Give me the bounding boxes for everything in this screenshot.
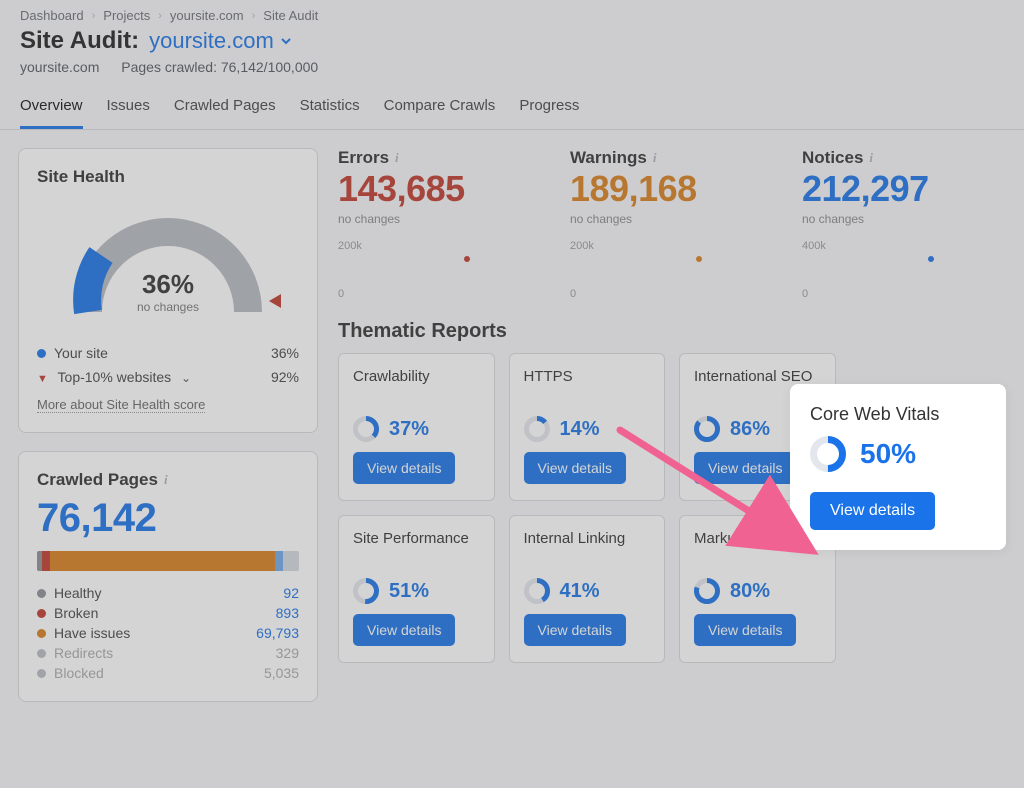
cp-row: Broken893 (37, 603, 299, 623)
report-title: Crawlability (353, 368, 480, 406)
info-icon[interactable]: i (653, 150, 657, 166)
cp-count-link[interactable]: 329 (276, 645, 299, 661)
site-health-card: Site Health 36% no changes Your site 36% (18, 148, 318, 433)
view-details-button[interactable]: View details (353, 452, 455, 484)
view-details-button[interactable]: View details (810, 492, 935, 530)
report-percent: 51% (353, 578, 480, 604)
report-percent: 14% (524, 416, 651, 442)
cp-count-link[interactable]: 69,793 (256, 625, 299, 641)
site-health-gauge: 36% no changes (63, 197, 273, 327)
tab-compare-crawls[interactable]: Compare Crawls (384, 87, 496, 129)
no-changes: no changes (570, 212, 774, 226)
info-icon[interactable]: i (395, 150, 399, 166)
crawled-pages-list: Healthy92Broken893Have issues69,793Redir… (37, 583, 299, 683)
report-card: Internal Linking 41% View details (509, 515, 666, 663)
gauge-no-changes: no changes (63, 300, 273, 314)
no-changes: no changes (802, 212, 1006, 226)
no-changes: no changes (338, 212, 542, 226)
metric-notices: Notices i 212,297 no changes 400k0 (802, 148, 1006, 300)
report-percent: 41% (524, 578, 651, 604)
metric-label: Warnings (570, 148, 647, 168)
legend-top10[interactable]: Top-10% websites (58, 369, 172, 385)
cp-row: Have issues69,793 (37, 623, 299, 643)
site-health-legend: Your site 36% ▼ Top-10% websites ⌄ 92% (37, 345, 299, 385)
pages-crawled-label: Pages crawled: 76,142/100,000 (121, 59, 318, 75)
crawled-pages-title: Crawled Pages (37, 470, 158, 490)
crawled-pages-card: Crawled Pages i 76,142 Healthy92Broken89… (18, 451, 318, 702)
metric-value: 189,168 (570, 168, 774, 210)
crumb-section[interactable]: Site Audit (263, 8, 318, 23)
highlight-percent: 50% (810, 436, 986, 472)
metric-label: Errors (338, 148, 389, 168)
domain-selector[interactable]: yoursite.com (149, 28, 292, 54)
cp-count-link[interactable]: 92 (283, 585, 299, 601)
view-details-button[interactable]: View details (694, 452, 796, 484)
view-details-button[interactable]: View details (353, 614, 455, 646)
report-card: HTTPS 14% View details (509, 353, 666, 501)
domain-name: yoursite.com (149, 28, 274, 54)
metrics-row: Errors i143,685no changes200k0Warnings i… (338, 148, 1006, 300)
report-percent: 80% (694, 578, 821, 604)
chevron-right-icon: › (158, 10, 162, 22)
report-title: Internal Linking (524, 530, 651, 568)
info-icon[interactable]: i (869, 150, 873, 166)
legend-your-site-pct: 36% (271, 345, 299, 361)
gauge-marker-icon (269, 294, 281, 308)
crawled-pages-bar (37, 551, 299, 571)
report-card: Site Performance 51% View details (338, 515, 495, 663)
cp-row: Redirects329 (37, 643, 299, 663)
site-health-more-link[interactable]: More about Site Health score (37, 397, 205, 413)
breadcrumb: Dashboard › Projects › yoursite.com › Si… (0, 0, 1024, 25)
core-web-vitals-card: Core Web Vitals 50% View details (790, 384, 1006, 550)
page-title: Site Audit: (20, 27, 139, 55)
info-icon[interactable]: i (164, 472, 168, 488)
page-title-row: Site Audit: yoursite.com (0, 25, 1024, 57)
metric-warnings: Warnings i 189,168 no changes 200k0 (570, 148, 774, 300)
caret-down-icon: ▼ (37, 373, 48, 385)
subtitle: yoursite.com Pages crawled: 76,142/100,0… (0, 57, 1024, 87)
chevron-right-icon: › (92, 10, 96, 22)
metric-value: 143,685 (338, 168, 542, 210)
cp-row: Blocked5,035 (37, 663, 299, 683)
crumb-projects[interactable]: Projects (103, 8, 150, 23)
cp-count-link[interactable]: 5,035 (264, 665, 299, 681)
subtitle-domain: yoursite.com (20, 59, 99, 75)
report-title: Site Performance (353, 530, 480, 568)
metric-label: Notices (802, 148, 863, 168)
chevron-down-icon (280, 35, 292, 47)
crumb-domain[interactable]: yoursite.com (170, 8, 244, 23)
tab-statistics[interactable]: Statistics (300, 87, 360, 129)
tabs: Overview Issues Crawled Pages Statistics… (0, 87, 1024, 130)
metric-errors: Errors i 143,685 no changes 200k0 (338, 148, 542, 300)
chevron-right-icon: › (252, 10, 256, 22)
legend-your-site: Your site (54, 345, 108, 361)
chevron-down-icon[interactable]: ⌄ (181, 371, 191, 385)
cp-count-link[interactable]: 893 (276, 605, 299, 621)
tab-issues[interactable]: Issues (107, 87, 150, 129)
tab-crawled-pages[interactable]: Crawled Pages (174, 87, 276, 129)
crawled-pages-value: 76,142 (37, 496, 299, 541)
crumb-dashboard[interactable]: Dashboard (20, 8, 84, 23)
sparkline: 400k0 (802, 234, 1006, 300)
tab-overview[interactable]: Overview (20, 87, 83, 129)
site-health-title: Site Health (37, 167, 299, 187)
highlight-title: Core Web Vitals (810, 404, 986, 426)
view-details-button[interactable]: View details (694, 614, 796, 646)
metric-value: 212,297 (802, 168, 1006, 210)
sparkline: 200k0 (570, 234, 774, 300)
gauge-percent: 36% (63, 269, 273, 300)
report-card: Crawlability 37% View details (338, 353, 495, 501)
tab-progress[interactable]: Progress (519, 87, 579, 129)
report-title: HTTPS (524, 368, 651, 406)
legend-top10-pct: 92% (271, 369, 299, 385)
thematic-title: Thematic Reports (338, 320, 1006, 343)
view-details-button[interactable]: View details (524, 614, 626, 646)
view-details-button[interactable]: View details (524, 452, 626, 484)
report-percent: 37% (353, 416, 480, 442)
cp-row: Healthy92 (37, 583, 299, 603)
sparkline: 200k0 (338, 234, 542, 300)
